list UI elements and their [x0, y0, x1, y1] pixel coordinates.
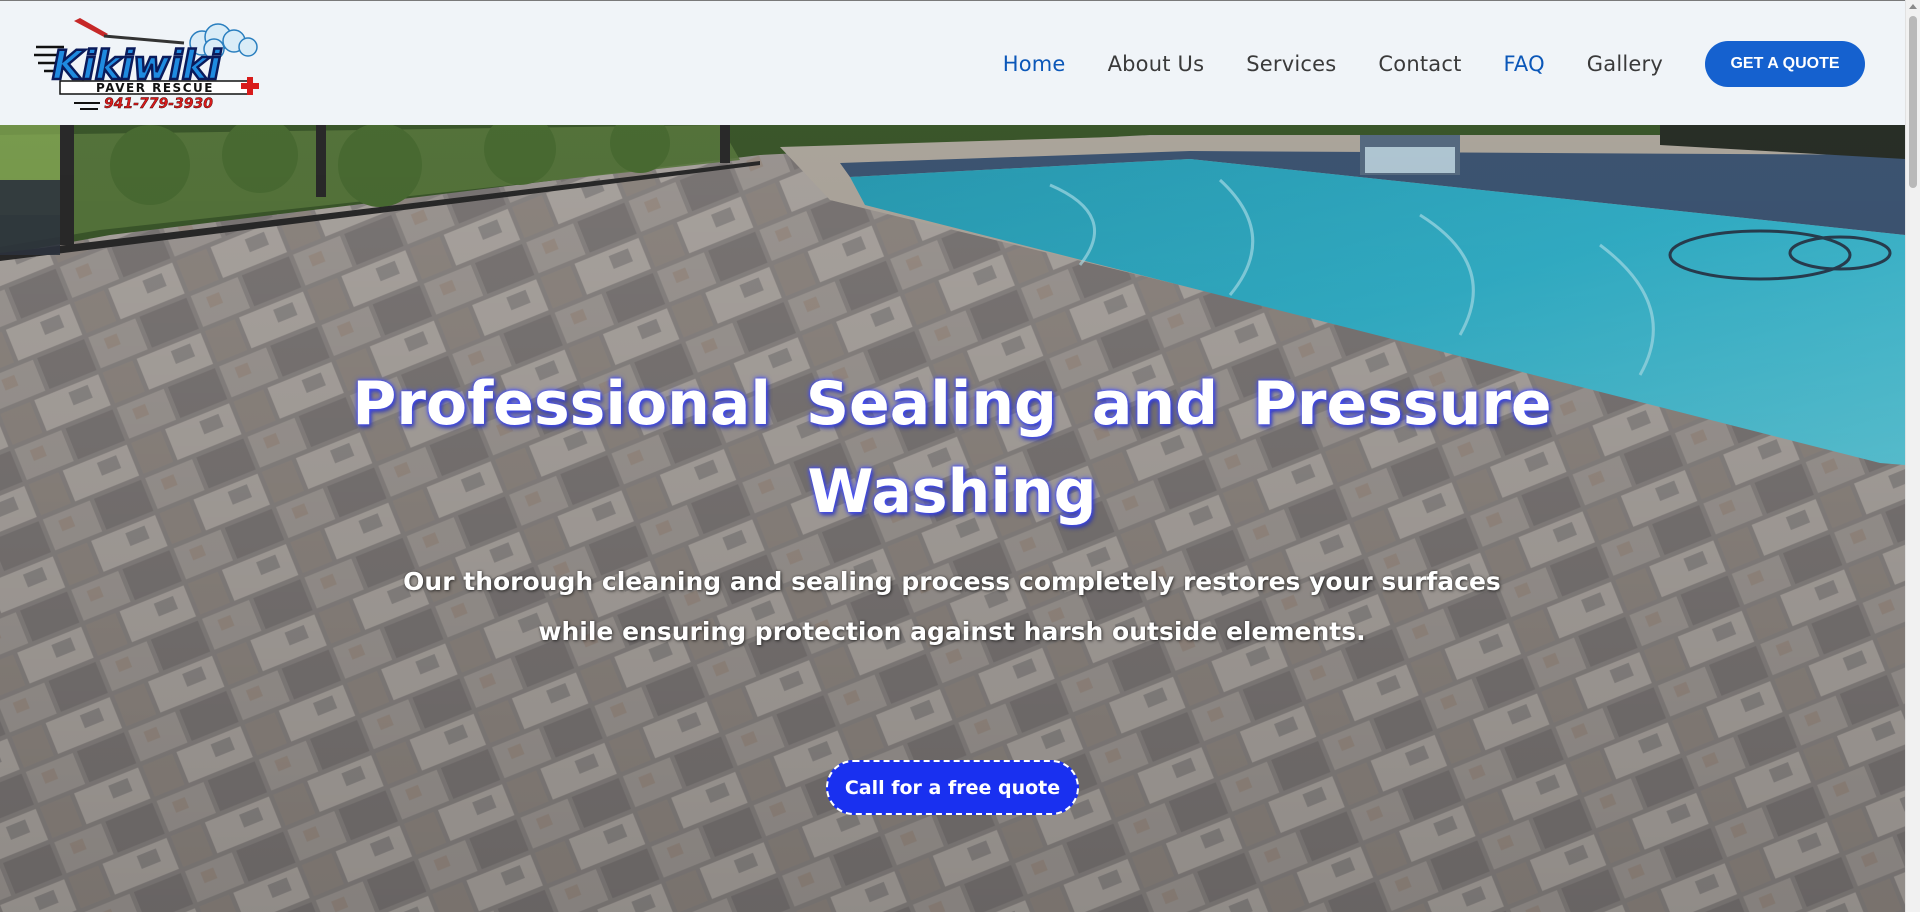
nav-services[interactable]: Services [1246, 52, 1336, 76]
hero-title: Professional Sealing and Pressure Washin… [352, 360, 1552, 536]
scroll-up-arrow-icon[interactable] [1909, 4, 1917, 9]
hero-subtitle-line-2: while ensuring protection against harsh … [538, 617, 1366, 646]
site-header: Kikiwiki PAVER RESCUE 941-779-3930 Home … [0, 0, 1905, 125]
kikiwiki-logo[interactable]: Kikiwiki PAVER RESCUE 941-779-3930 [34, 17, 274, 113]
hero-title-line-2: Washing [807, 457, 1097, 527]
hero-subtitle-line-1: Our thorough cleaning and sealing proces… [403, 567, 1501, 596]
get-a-quote-button[interactable]: GET A QUOTE [1705, 40, 1865, 87]
hero-subtitle: Our thorough cleaning and sealing proces… [402, 557, 1502, 657]
nav-contact[interactable]: Contact [1378, 52, 1461, 76]
call-for-free-quote-button[interactable]: Call for a free quote [826, 760, 1079, 815]
nav-home[interactable]: Home [1003, 52, 1066, 76]
nav-about-us[interactable]: About Us [1108, 52, 1205, 76]
logo-phone: 941-779-3930 [104, 96, 213, 112]
hero-title-line-1: Professional Sealing and Pressure [352, 369, 1552, 439]
main-nav: Home About Us Services Contact FAQ Galle… [1003, 1, 1865, 126]
nav-faq[interactable]: FAQ [1504, 52, 1545, 76]
page-scrollbar[interactable] [1905, 0, 1920, 912]
nav-gallery[interactable]: Gallery [1587, 52, 1663, 76]
hero-section: Professional Sealing and Pressure Washin… [0, 125, 1905, 912]
logo-tagline: PAVER RESCUE [96, 81, 214, 95]
scroll-thumb[interactable] [1909, 16, 1917, 188]
